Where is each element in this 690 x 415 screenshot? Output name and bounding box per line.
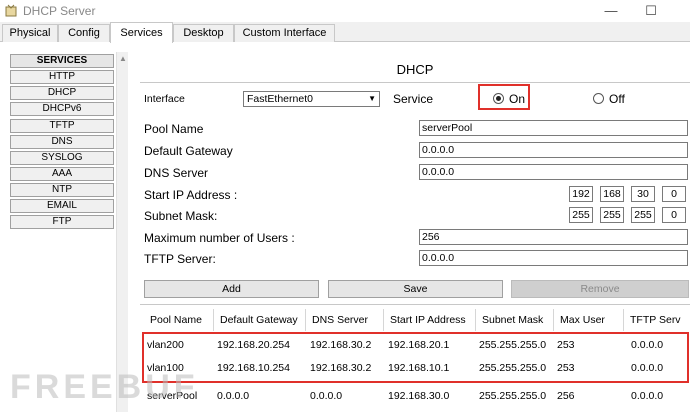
title-bar: DHCP Server — ☐ [0,0,690,22]
sidebar-item-syslog[interactable]: SYSLOG [10,151,114,165]
table-cell: 0.0.0.0 [631,390,664,402]
interface-select[interactable]: FastEthernet0 ▼ [243,91,380,107]
table-cell: 0.0.0.0 [217,390,250,402]
maximize-button[interactable]: ☐ [636,2,666,20]
start-ip-octet-1[interactable]: 192 [569,186,593,202]
table-cell: 255.255.255.0 [479,390,547,402]
sidebar-item-email[interactable]: EMAIL [10,199,114,213]
interface-select-value: FastEthernet0 [247,93,313,105]
column-header-default-gateway[interactable]: Default Gateway [214,309,306,331]
max-users-input[interactable]: 256 [419,229,688,245]
start-ip-octet-4[interactable]: 0 [662,186,686,202]
service-on-radio[interactable] [493,93,504,104]
table-cell: 253 [557,339,575,351]
table-cell: 192.168.10.254 [217,362,290,374]
freebuf-watermark: FREEBUF [10,368,199,406]
table-cell: 192.168.30.2 [310,339,372,351]
table-cell: 192.168.20.1 [388,339,450,351]
subnet-mask-label: Subnet Mask: [144,209,218,223]
subnet-mask-octet-4[interactable]: 0 [662,207,686,223]
table-cell: 192.168.10.1 [388,362,450,374]
sidebar-item-dhcp[interactable]: DHCP [10,86,114,100]
sidebar-item-tftp[interactable]: TFTP [10,119,114,133]
tab-services[interactable]: Services [110,22,173,43]
watermark-text: FREEBUF [10,368,199,406]
column-header-subnet-mask[interactable]: Subnet Mask [476,309,554,331]
tab-physical[interactable]: Physical [2,24,58,42]
pool-name-label: Pool Name [144,122,204,136]
sidebar-item-aaa[interactable]: AAA [10,167,114,181]
service-off-radio[interactable] [593,93,604,104]
column-header-dns-server[interactable]: DNS Server [306,309,384,331]
tab-config[interactable]: Config [58,24,110,42]
start-ip-label: Start IP Address : [144,188,238,202]
column-header-start-ip[interactable]: Start IP Address [384,309,476,331]
sidebar-item-ntp[interactable]: NTP [10,183,114,197]
start-ip-octet-3[interactable]: 30 [631,186,655,202]
dns-server-label: DNS Server [144,166,209,180]
app-icon [5,4,17,17]
sidebar-item-dhcpv6[interactable]: DHCPv6 [10,102,114,116]
subnet-mask-octet-3[interactable]: 255 [631,207,655,223]
table-cell: 255.255.255.0 [479,339,547,351]
max-users-label: Maximum number of Users : [144,231,295,245]
start-ip-field: 192 168 30 0 [569,186,689,202]
divider [140,82,690,83]
table-cell: 256 [557,390,575,402]
table-cell: 192.168.20.254 [217,339,290,351]
subnet-mask-field: 255 255 255 0 [569,207,689,223]
add-button[interactable]: Add [144,280,319,298]
subnet-mask-octet-1[interactable]: 255 [569,207,593,223]
interface-label: Interface [144,93,185,105]
table-cell: 192.168.30.0 [388,390,450,402]
table-cell: 0.0.0.0 [631,362,664,374]
tab-desktop[interactable]: Desktop [173,24,234,42]
default-gateway-input[interactable]: 0.0.0.0 [419,142,688,158]
chevron-down-icon: ▼ [368,94,376,103]
service-on-label: On [509,92,526,106]
service-label: Service [393,92,434,106]
services-header: SERVICES [10,54,114,68]
save-button[interactable]: Save [328,280,503,298]
table-cell: 0.0.0.0 [631,339,664,351]
dns-server-input[interactable]: 0.0.0.0 [419,164,688,180]
radio-selected-dot [496,96,501,101]
table-cell: 255.255.255.0 [479,362,547,374]
page-title: DHCP [396,62,434,77]
tab-bar: Physical Config Services Desktop Custom … [0,22,690,43]
sidebar-item-dns[interactable]: DNS [10,135,114,149]
dhcp-panel: DHCP Interface FastEthernet0 ▼ Service O… [140,52,690,415]
tftp-server-label: TFTP Server: [144,252,216,266]
table-cell: 0.0.0.0 [310,390,343,402]
service-off-label: Off [609,92,625,106]
sidebar-item-http[interactable]: HTTP [10,70,114,84]
default-gateway-label: Default Gateway [144,144,233,158]
sidebar-item-ftp[interactable]: FTP [10,215,114,229]
scroll-up-arrow-icon[interactable]: ▲ [118,54,128,64]
pool-name-input[interactable]: serverPool [419,120,688,136]
remove-button[interactable]: Remove [511,280,689,298]
tftp-server-input[interactable]: 0.0.0.0 [419,250,688,266]
column-header-pool-name[interactable]: Pool Name [144,309,214,331]
column-header-tftp-server[interactable]: TFTP Serv [624,309,690,331]
table-cell: vlan200 [147,339,184,351]
table-cell: 192.168.30.2 [310,362,372,374]
tab-custom-interface[interactable]: Custom Interface [234,24,335,42]
column-header-max-user[interactable]: Max User [554,309,624,331]
window-title: DHCP Server [23,4,96,18]
subnet-mask-octet-2[interactable]: 255 [600,207,624,223]
table-cell: 253 [557,362,575,374]
services-sidebar: SERVICES HTTP DHCP DHCPv6 TFTP DNS SYSLO… [10,52,128,412]
minimize-button[interactable]: — [596,2,626,20]
sidebar-scrollbar[interactable]: ▲ [116,52,128,412]
pool-table: Pool Name Default Gateway DNS Server Sta… [140,304,690,415]
start-ip-octet-2[interactable]: 168 [600,186,624,202]
